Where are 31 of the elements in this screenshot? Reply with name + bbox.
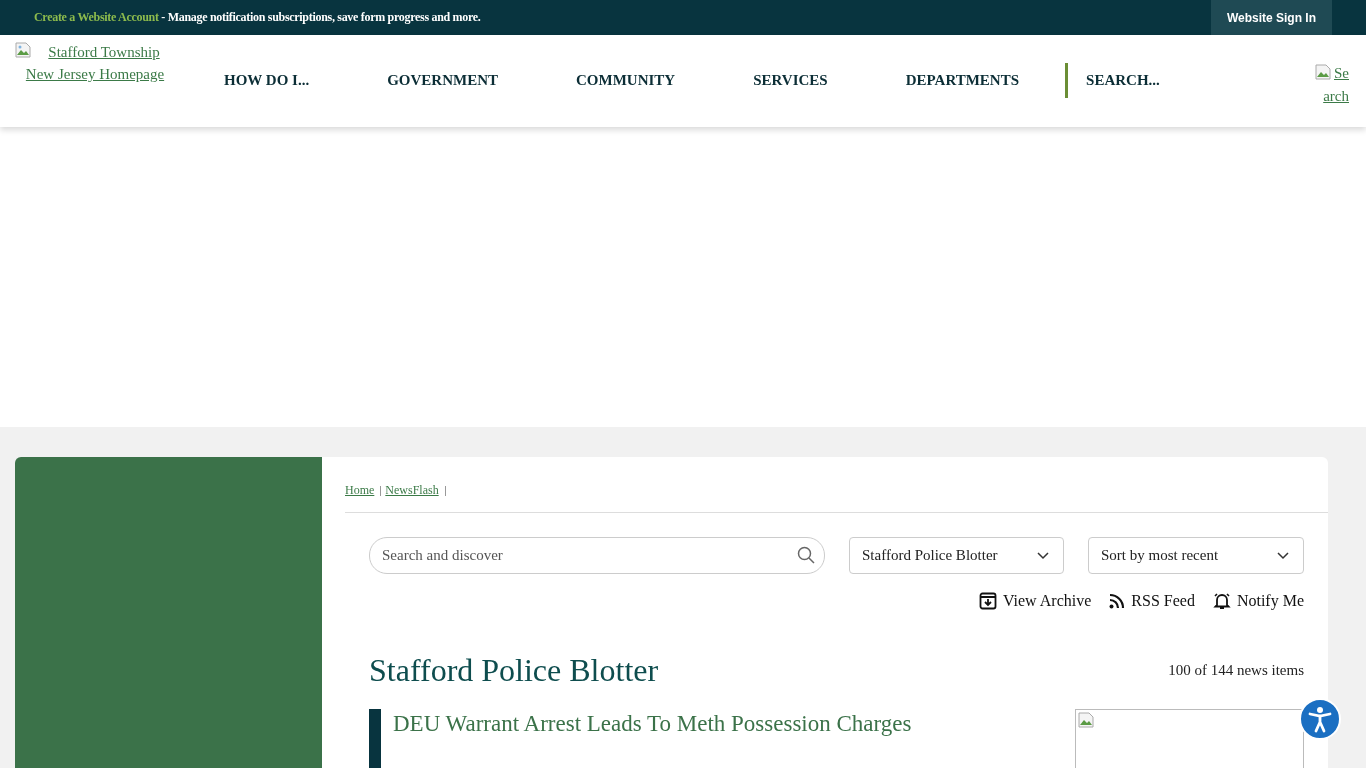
nav-menu-item[interactable]: SERVICES [714,72,867,89]
action-link[interactable]: Notify Me [1212,592,1304,610]
archive-icon [978,592,997,610]
item-count: 100 of 144 news items [1168,662,1304,679]
sort-dropdown[interactable]: Sort by most recent [1088,537,1304,574]
create-account-link[interactable]: Create a Website Account [34,10,159,24]
breadcrumb-link[interactable]: Home [345,483,375,498]
nav-menu-item[interactable]: DEPARTMENTS [866,72,1059,89]
search-link[interactable]: Search [1315,62,1349,108]
news-search-field[interactable]: Search and discover [369,537,825,574]
bell-icon [1212,592,1231,610]
accent-bar [369,709,381,768]
nav-menu-item[interactable]: HOW DO I... [199,72,349,89]
nav-menu-item[interactable]: GOVERNMENT [348,72,537,89]
listing-title: Stafford Police Blotter [369,652,659,689]
news-item-link[interactable]: DEU Warrant Arrest Leads To Meth Possession Charges [393,711,1075,737]
action-link[interactable]: RSS Feed [1109,592,1195,610]
breadcrumb-link[interactable]: NewsFlash [385,483,439,498]
sign-in-button[interactable]: Website Sign In [1210,0,1332,35]
search-icon [797,546,815,564]
broken-image-icon [15,42,31,58]
broken-image-icon [1078,712,1094,728]
category-dropdown[interactable]: Stafford Police Blotter [849,537,1064,574]
action-link[interactable]: View Archive [978,592,1092,610]
broken-image-icon [1315,64,1331,80]
nav-menu-item[interactable]: COMMUNITY [537,72,715,89]
homepage-link[interactable]: Stafford Township New Jersey Homepage [20,41,170,85]
chevron-down-icon [1277,551,1289,560]
rss-icon [1109,593,1126,609]
account-message: Create a Website Account - Manage notification subscriptions, save form progress and more. [34,10,481,25]
chevron-down-icon [1037,551,1049,560]
